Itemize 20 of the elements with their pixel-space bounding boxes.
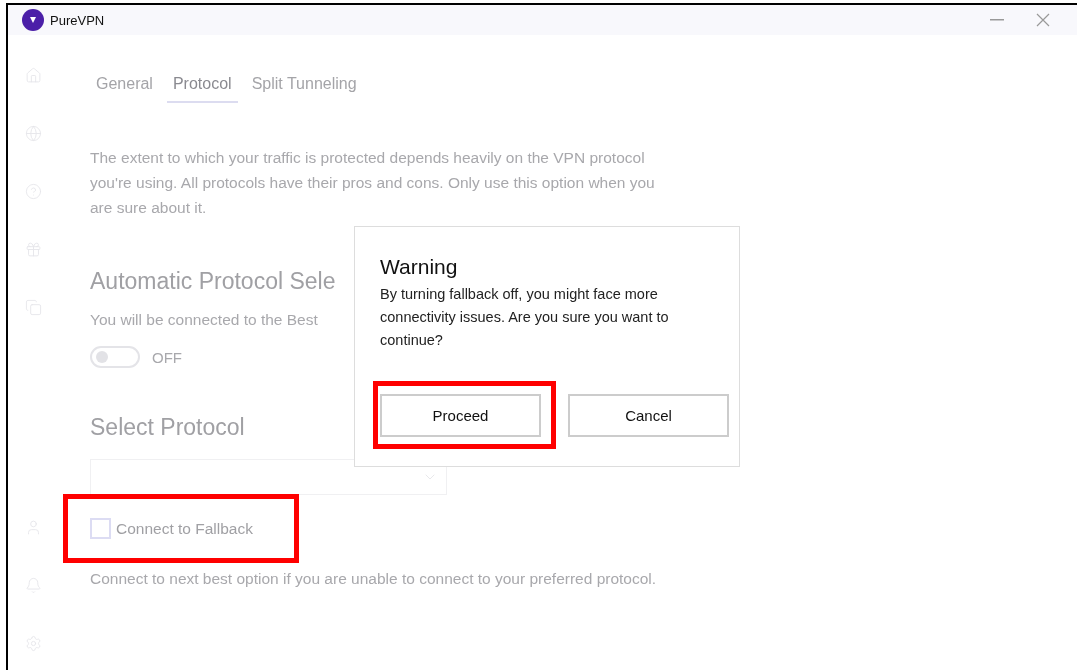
checkbox[interactable] bbox=[90, 518, 111, 539]
settings-tab[interactable]: Protocol bbox=[166, 71, 238, 103]
fallback-description: Connect to next best option if you are unable to connect to your preferred protocol. bbox=[90, 569, 658, 589]
window-title: PureVPN bbox=[50, 12, 106, 28]
close-icon[interactable] bbox=[1036, 13, 1050, 27]
dialog-title: Warning bbox=[380, 255, 459, 279]
toggle-label: OFF bbox=[152, 348, 182, 366]
protocol-description: The extent to which your traffic is protected depends heavily on the VPN protocol you're using. All protocols have their pros and cons. Only use this option when you are sure about it. bbox=[90, 148, 656, 218]
dialog-message: By turning fallback off, you might face more connectivity issues. Are you sure you want to continue? bbox=[380, 285, 670, 350]
section-heading: Automatic Protocol Sele bbox=[90, 268, 336, 295]
dialog-button[interactable]: Cancel bbox=[568, 394, 729, 437]
settings-tab[interactable]: Split Tunneling bbox=[245, 71, 363, 103]
logo-icon bbox=[22, 9, 44, 31]
section-heading: Select Protocol bbox=[90, 414, 245, 441]
toggle-switch[interactable] bbox=[90, 346, 140, 368]
dialog-button[interactable]: Proceed bbox=[380, 394, 541, 437]
minimize-icon[interactable] bbox=[990, 19, 1004, 21]
checkbox-label: Connect to Fallback bbox=[116, 519, 253, 538]
section-subtitle: You will be connected to the Best bbox=[90, 310, 318, 330]
settings-tab[interactable]: General bbox=[90, 71, 159, 103]
